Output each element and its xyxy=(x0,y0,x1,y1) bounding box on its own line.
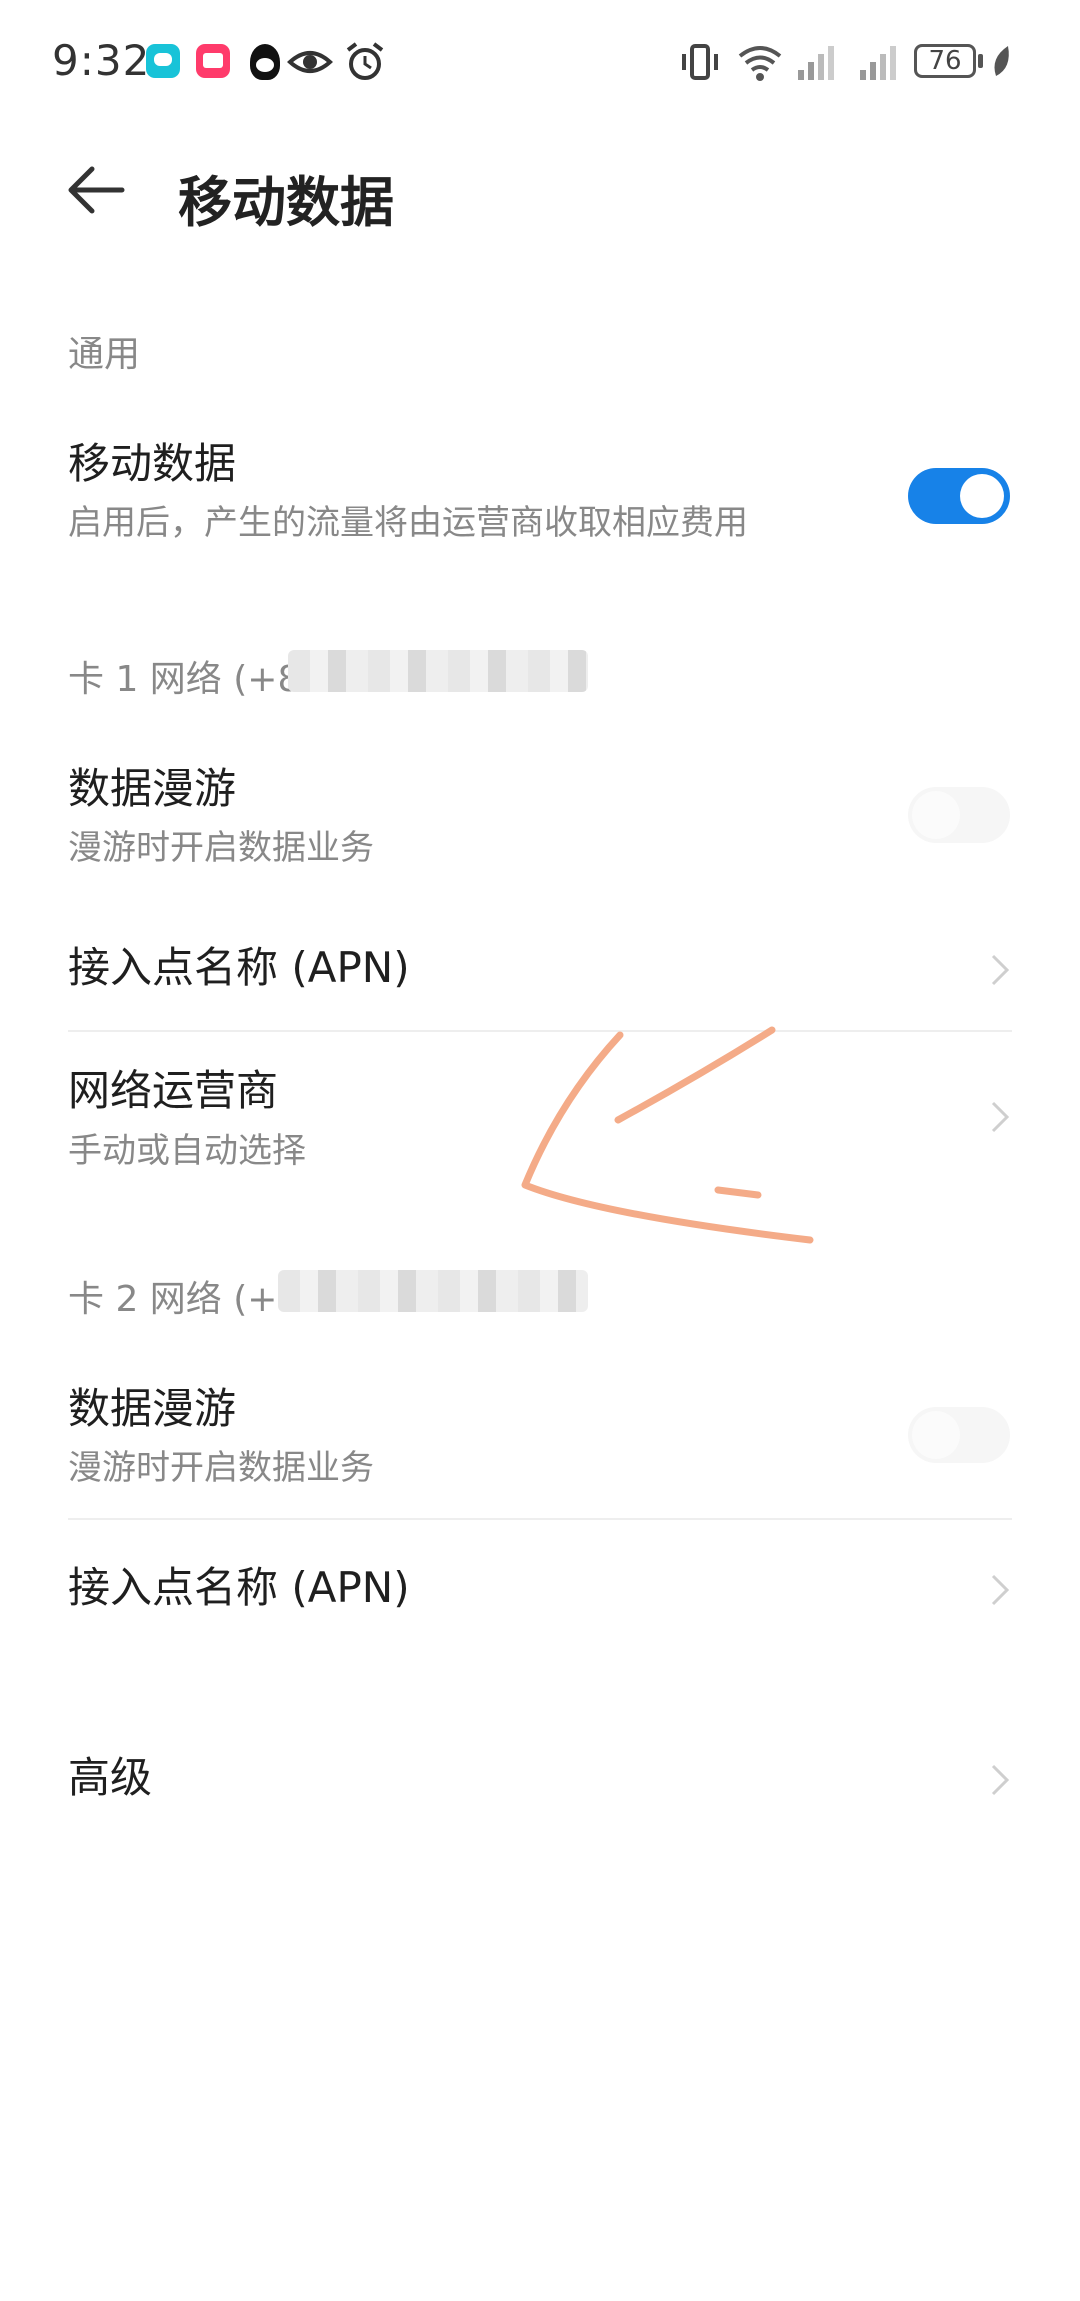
sim1-carrier-title: 网络运营商 xyxy=(68,1066,279,1115)
mobile-data-toggle[interactable] xyxy=(908,468,1010,524)
sim2-roaming-title: 数据漫游 xyxy=(68,1384,237,1433)
sim1-roaming-subtitle: 漫游时开启数据业务 xyxy=(68,828,374,868)
battery-tip xyxy=(978,54,983,68)
signal-icon xyxy=(860,46,896,80)
chevron-right-icon xyxy=(991,1764,1010,1796)
redacted-phone-number xyxy=(278,1270,588,1312)
chevron-right-icon xyxy=(991,954,1010,986)
chevron-right-icon xyxy=(991,1101,1010,1133)
section-label-sim2: 卡 2 网络 (+8 xyxy=(68,1279,301,1320)
battery-icon: 76 xyxy=(914,44,976,78)
status-bar: 9:32 76 xyxy=(0,0,1080,120)
mobile-data-subtitle: 启用后，产生的流量将由运营商收取相应费用 xyxy=(68,503,748,543)
sim1-roaming-row[interactable]: 数据漫游 漫游时开启数据业务 xyxy=(0,745,1080,895)
sim1-carrier-row[interactable]: 网络运营商 手动或自动选择 xyxy=(0,1045,1080,1195)
chevron-right-icon xyxy=(991,1574,1010,1606)
sim2-roaming-row[interactable]: 数据漫游 漫游时开启数据业务 xyxy=(0,1365,1080,1515)
wifi-icon xyxy=(738,46,782,81)
sim1-roaming-title: 数据漫游 xyxy=(68,764,237,813)
vibrate-icon xyxy=(682,44,718,80)
leaf-icon xyxy=(994,46,1009,76)
alarm-icon xyxy=(346,42,384,80)
mobile-data-title: 移动数据 xyxy=(68,439,237,488)
qq-icon xyxy=(250,44,280,80)
signal-icon xyxy=(798,46,834,80)
advanced-title: 高级 xyxy=(68,1753,153,1802)
sim2-roaming-subtitle: 漫游时开启数据业务 xyxy=(68,1448,374,1488)
divider xyxy=(68,1518,1012,1520)
sim2-roaming-toggle[interactable] xyxy=(908,1407,1010,1463)
redacted-phone-number xyxy=(288,650,588,692)
toggle-knob xyxy=(960,474,1004,518)
advanced-row[interactable]: 高级 xyxy=(0,1720,1080,1840)
message-app-icon xyxy=(146,44,180,78)
section-label-sim1: 卡 1 网络 (+8 xyxy=(68,659,301,700)
toggle-knob xyxy=(912,791,960,839)
status-time: 9:32 xyxy=(52,36,151,85)
mail-app-icon xyxy=(196,44,230,78)
sim2-apn-row[interactable]: 接入点名称 (APN) xyxy=(0,1530,1080,1650)
toggle-knob xyxy=(912,1411,960,1459)
sim1-carrier-subtitle: 手动或自动选择 xyxy=(68,1131,306,1171)
mobile-data-row[interactable]: 移动数据 启用后，产生的流量将由运营商收取相应费用 xyxy=(0,420,1080,570)
sim1-roaming-toggle[interactable] xyxy=(908,787,1010,843)
sim2-apn-title: 接入点名称 (APN) xyxy=(68,1563,410,1612)
back-arrow-icon[interactable] xyxy=(62,155,132,225)
sim1-apn-title: 接入点名称 (APN) xyxy=(68,943,410,992)
battery-level: 76 xyxy=(928,46,962,76)
section-label-general: 通用 xyxy=(68,334,141,375)
eye-icon xyxy=(287,51,333,73)
divider xyxy=(68,1030,1012,1032)
page-title: 移动数据 xyxy=(178,171,394,234)
sim1-apn-row[interactable]: 接入点名称 (APN) xyxy=(0,910,1080,1030)
